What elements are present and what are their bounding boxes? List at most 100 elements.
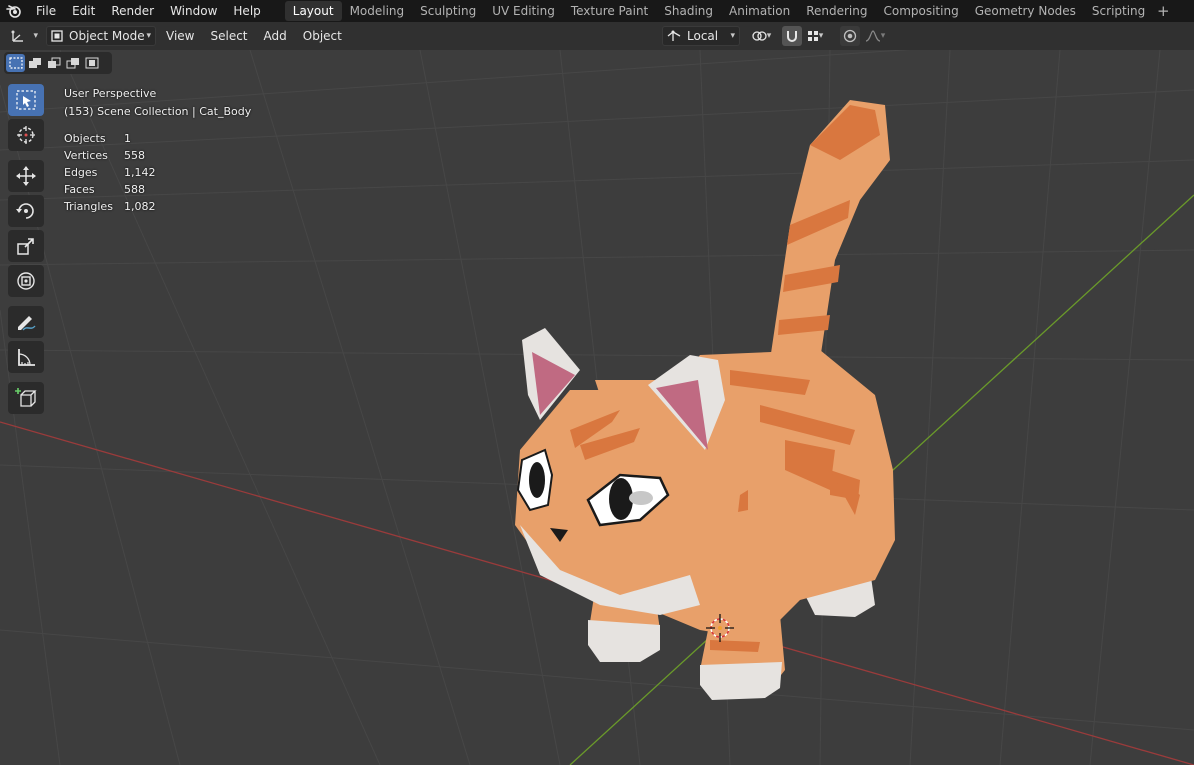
viewport-overlay-info: User Perspective (153) Scene Collection … bbox=[64, 85, 251, 215]
collection-info: (153) Scene Collection | Cat_Body bbox=[64, 105, 252, 118]
mode-label: Object Mode bbox=[69, 29, 145, 43]
snap-group: ▾ bbox=[782, 26, 828, 46]
tab-sculpting[interactable]: Sculpting bbox=[412, 1, 484, 21]
stat-row: Objects 1 bbox=[64, 130, 251, 147]
stat-row: Faces 588 bbox=[64, 181, 251, 198]
tool-scale[interactable] bbox=[8, 230, 44, 262]
snap-toggle[interactable] bbox=[782, 26, 802, 46]
tab-animation[interactable]: Animation bbox=[721, 1, 798, 21]
select-box-icon bbox=[16, 90, 36, 110]
select-new-icon bbox=[8, 57, 23, 69]
workspace-tabs: Layout Modeling Sculpting UV Editing Tex… bbox=[284, 0, 1174, 22]
object-mode-icon bbox=[51, 30, 63, 42]
select-invert-icon bbox=[66, 58, 79, 69]
blender-logo-icon[interactable] bbox=[0, 0, 28, 22]
stat-label: Edges bbox=[64, 166, 98, 179]
tool-move[interactable] bbox=[8, 160, 44, 192]
rotate-icon bbox=[16, 203, 34, 219]
mode-dropdown[interactable]: Object Mode ▾ bbox=[46, 26, 156, 46]
orientation-icon bbox=[667, 30, 681, 41]
stat-label: Objects bbox=[64, 132, 106, 145]
transform-icon bbox=[17, 272, 35, 290]
menu-edit[interactable]: Edit bbox=[64, 0, 103, 22]
selection-mode-buttons bbox=[4, 52, 112, 74]
proportional-icon bbox=[843, 29, 857, 43]
chevron-down-icon: ▾ bbox=[818, 31, 824, 41]
orientation-label: Local bbox=[687, 29, 719, 43]
tool-annotate[interactable] bbox=[8, 306, 44, 338]
tab-geometry-nodes[interactable]: Geometry Nodes bbox=[967, 1, 1084, 21]
tool-select-box[interactable] bbox=[8, 84, 44, 116]
menu-select[interactable]: Select bbox=[204, 29, 253, 43]
select-extend-icon bbox=[28, 58, 41, 68]
grid-snap-icon bbox=[807, 31, 818, 41]
tool-measure[interactable] bbox=[8, 341, 44, 373]
select-intersect-icon bbox=[85, 57, 98, 69]
stat-value: 558 bbox=[124, 149, 145, 162]
menu-object[interactable]: Object bbox=[297, 29, 348, 43]
tab-texture-paint[interactable]: Texture Paint bbox=[563, 1, 656, 21]
pivot-group: ▾ bbox=[746, 26, 776, 46]
proportional-edit-toggle[interactable] bbox=[840, 26, 860, 46]
view-name: User Perspective bbox=[64, 87, 157, 100]
stat-row: Triangles 1,082 bbox=[64, 198, 251, 215]
tab-scripting[interactable]: Scripting bbox=[1084, 1, 1153, 21]
tab-compositing[interactable]: Compositing bbox=[875, 1, 966, 21]
menu-add[interactable]: Add bbox=[258, 29, 293, 43]
falloff-button[interactable]: ▾ bbox=[860, 26, 890, 46]
scale-icon bbox=[17, 238, 34, 255]
tab-modeling[interactable]: Modeling bbox=[342, 1, 413, 21]
stat-value: 1,082 bbox=[124, 200, 156, 213]
select-subtract-icon bbox=[47, 57, 60, 68]
magnet-icon bbox=[787, 31, 797, 42]
chevron-down-icon: ▾ bbox=[730, 31, 735, 41]
move-icon bbox=[16, 166, 36, 186]
tool-cursor[interactable] bbox=[8, 119, 44, 151]
axes-icon bbox=[11, 30, 23, 42]
stat-label: Vertices bbox=[64, 149, 108, 162]
tool-add-cube[interactable] bbox=[8, 382, 44, 414]
select-new-button[interactable] bbox=[6, 54, 25, 72]
stat-value: 1,142 bbox=[124, 166, 156, 179]
menu-window[interactable]: Window bbox=[162, 0, 225, 22]
tool-rotate[interactable] bbox=[8, 195, 44, 227]
chevron-down-icon: ▾ bbox=[880, 31, 886, 41]
add-workspace-icon[interactable]: + bbox=[1153, 1, 1173, 21]
stat-row: Edges 1,142 bbox=[64, 164, 251, 181]
tab-rendering[interactable]: Rendering bbox=[798, 1, 875, 21]
pivot-point-button[interactable]: ▾ bbox=[746, 26, 776, 46]
tab-uv-editing[interactable]: UV Editing bbox=[484, 1, 563, 21]
add-cube-icon bbox=[15, 388, 37, 407]
stat-label: Faces bbox=[64, 183, 95, 196]
measure-icon bbox=[18, 349, 35, 366]
tool-shelf bbox=[8, 84, 46, 417]
select-subtract-button[interactable] bbox=[44, 54, 63, 72]
menu-help[interactable]: Help bbox=[225, 0, 268, 22]
stat-label: Triangles bbox=[64, 200, 113, 213]
chevron-down-icon: ▾ bbox=[766, 31, 772, 41]
menu-view[interactable]: View bbox=[160, 29, 200, 43]
tool-transform[interactable] bbox=[8, 265, 44, 297]
stat-row: Vertices 558 bbox=[64, 147, 251, 164]
select-intersect-button[interactable] bbox=[82, 54, 101, 72]
cat-model bbox=[515, 100, 895, 700]
menu-render[interactable]: Render bbox=[103, 0, 162, 22]
tab-layout[interactable]: Layout bbox=[284, 1, 342, 21]
tab-shading[interactable]: Shading bbox=[656, 1, 721, 21]
transform-orientation-dropdown[interactable]: Local ▾ bbox=[662, 26, 740, 46]
scene-statistics: Objects 1 Vertices 558 Edges 1,142 Faces 588… bbox=[64, 130, 251, 215]
viewport-header: ▾ Object Mode ▾ View Select Add Object L… bbox=[0, 22, 1194, 50]
annotate-icon bbox=[18, 316, 36, 331]
stat-value: 588 bbox=[124, 183, 145, 196]
select-extend-button[interactable] bbox=[25, 54, 44, 72]
proportional-group: ▾ bbox=[840, 26, 890, 46]
stat-value: 1 bbox=[124, 132, 131, 145]
menu-file[interactable]: File bbox=[28, 0, 64, 22]
cursor-icon bbox=[17, 126, 35, 144]
editor-type-button[interactable]: ▾ bbox=[8, 26, 40, 46]
falloff-curve-icon bbox=[865, 30, 880, 42]
link-icon bbox=[752, 31, 767, 41]
chevron-down-icon: ▾ bbox=[33, 31, 38, 41]
snap-target-button[interactable]: ▾ bbox=[802, 26, 828, 46]
select-invert-button[interactable] bbox=[63, 54, 82, 72]
